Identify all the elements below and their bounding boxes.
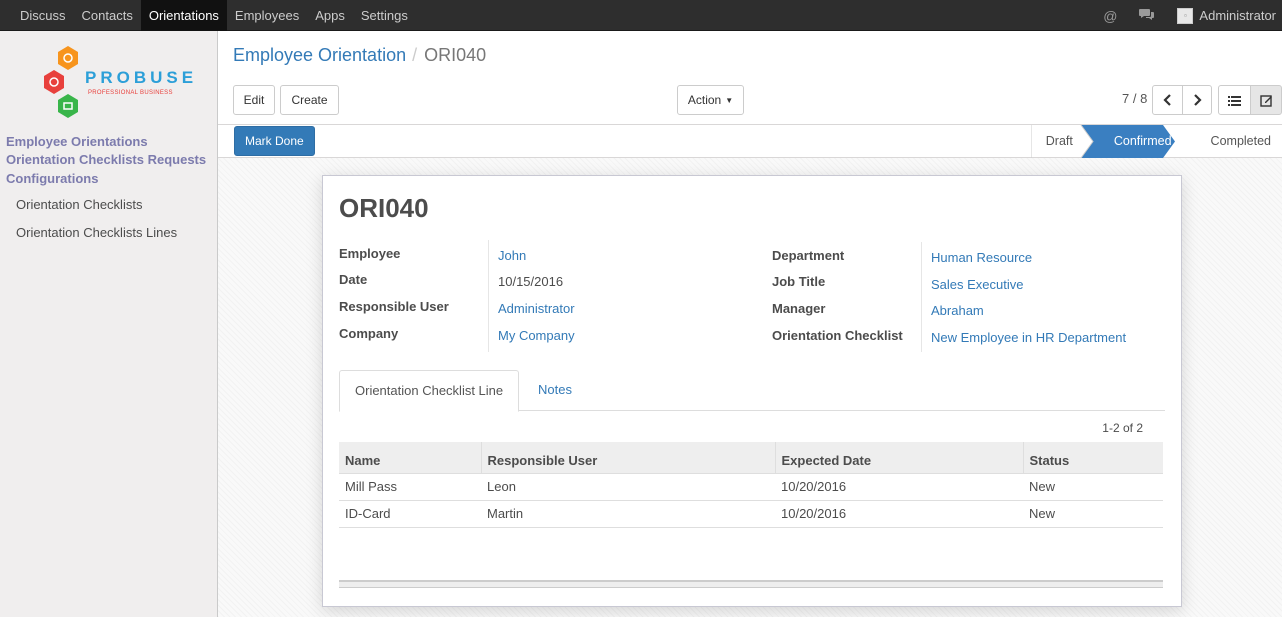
table-row[interactable]: Mill Pass Leon 10/20/2016 New	[339, 472, 1163, 500]
create-button[interactable]: Create	[280, 85, 339, 115]
menu-contacts[interactable]: Contacts	[74, 0, 141, 31]
form-view-button[interactable]	[1250, 85, 1282, 115]
table-row[interactable]: ID-Card Martin 10/20/2016 New	[339, 499, 1163, 527]
pager-value[interactable]: 7 / 8	[1122, 91, 1147, 106]
responsible-user-value[interactable]: Administrator	[498, 301, 575, 316]
field-divider	[488, 240, 489, 352]
pager-next-button[interactable]	[1182, 85, 1212, 115]
stage-draft[interactable]: Draft	[1031, 125, 1090, 158]
orientation-checklist-value[interactable]: New Employee in HR Department	[931, 330, 1126, 345]
chevron-left-icon	[1162, 94, 1171, 106]
column-expected-date[interactable]: Expected Date	[774, 442, 1023, 473]
menu-apps[interactable]: Apps	[307, 0, 353, 31]
top-navbar: Discuss Contacts Orientations Employees …	[0, 0, 1282, 31]
menu-orientations[interactable]: Orientations	[140, 0, 227, 31]
record-count: 1-2 of 2	[1102, 421, 1143, 435]
field-divider	[921, 242, 922, 352]
form-sheet: ORI040 Employee Date Responsible User Co…	[322, 175, 1182, 607]
sidebar-orientation-checklists-requests[interactable]: Orientation Checklists Requests	[6, 152, 206, 167]
checklist-lines-table: Name Responsible User Expected Date Stat…	[339, 442, 1163, 554]
cell-status: New	[1023, 472, 1163, 500]
logo-text: PROBUSE	[85, 68, 198, 87]
list-view-button[interactable]	[1218, 85, 1251, 115]
date-value: 10/15/2016	[498, 274, 564, 289]
status-bar: Mark Done Draft Confirmed Completed	[218, 125, 1282, 158]
main-content: Employee Orientation / ORI040 Edit Creat…	[218, 31, 1282, 617]
department-label: Department	[772, 248, 845, 263]
cell-name: ID-Card	[339, 499, 481, 527]
responsible-user-label: Responsible User	[339, 299, 449, 314]
breadcrumb-current: ORI040	[424, 45, 487, 65]
logo-tagline: PROFESSIONAL BUSINESS	[88, 90, 173, 96]
manager-value[interactable]: Abraham	[931, 303, 984, 318]
breadcrumb-parent[interactable]: Employee Orientation	[233, 45, 406, 66]
department-value[interactable]: Human Resource	[931, 250, 1032, 265]
sidebar-orientation-checklists-lines[interactable]: Orientation Checklists Lines	[16, 225, 177, 240]
notebook-tabs: Orientation Checklist Line Notes	[339, 370, 1165, 412]
form-scroll-area: ORI040 Employee Date Responsible User Co…	[218, 158, 1282, 617]
list-icon	[1228, 95, 1241, 106]
action-dropdown[interactable]: Action ▼	[677, 85, 744, 115]
menu-settings[interactable]: Settings	[353, 0, 416, 31]
avatar[interactable]: ▫	[1177, 7, 1194, 24]
at-mention-icon[interactable]: @	[1103, 8, 1117, 24]
cell-status: New	[1023, 499, 1163, 527]
chat-icon[interactable]	[1139, 7, 1155, 24]
caret-down-icon: ▼	[725, 95, 734, 105]
stage-confirmed[interactable]: Confirmed	[1090, 125, 1194, 158]
table-empty-row	[339, 526, 1163, 554]
action-label: Action	[687, 93, 722, 107]
breadcrumb: Employee Orientation / ORI040	[233, 45, 486, 66]
systray: @ ▫ Administrator	[1103, 0, 1282, 31]
edit-form-icon	[1259, 94, 1272, 107]
breadcrumb-separator: /	[412, 45, 418, 65]
menu-discuss[interactable]: Discuss	[12, 0, 74, 31]
sidebar: PROBUSE PROFESSIONAL BUSINESS Employee O…	[0, 31, 218, 617]
cell-name: Mill Pass	[339, 472, 481, 500]
employee-value[interactable]: John	[498, 248, 526, 263]
cell-expected-date: 10/20/2016	[775, 499, 1023, 527]
stage-completed[interactable]: Completed	[1194, 125, 1282, 158]
company-value[interactable]: My Company	[498, 328, 575, 343]
cell-expected-date: 10/20/2016	[775, 472, 1023, 500]
pager-previous-button[interactable]	[1152, 85, 1183, 115]
sidebar-orientation-checklists[interactable]: Orientation Checklists	[16, 197, 142, 212]
cell-responsible-user: Leon	[481, 472, 775, 500]
column-status[interactable]: Status	[1022, 442, 1163, 473]
manager-label: Manager	[772, 301, 826, 316]
company-label: Company	[339, 326, 399, 341]
edit-button[interactable]: Edit	[233, 85, 275, 115]
table-header-row: Name Responsible User Expected Date Stat…	[339, 442, 1163, 473]
stage-pipeline: Draft Confirmed Completed	[1030, 125, 1282, 158]
column-responsible-user[interactable]: Responsible User	[480, 442, 775, 473]
chevron-right-icon	[1194, 94, 1202, 106]
mark-done-button[interactable]: Mark Done	[234, 126, 315, 156]
main-menu: Discuss Contacts Orientations Employees …	[12, 0, 416, 31]
menu-employees[interactable]: Employees	[227, 0, 307, 31]
sidebar-employee-orientations[interactable]: Employee Orientations	[6, 134, 148, 149]
control-panel: Employee Orientation / ORI040 Edit Creat…	[218, 31, 1282, 125]
tab-notes[interactable]: Notes	[523, 370, 587, 411]
date-label: Date	[339, 272, 368, 287]
sidebar-configurations[interactable]: Configurations	[6, 171, 98, 186]
job-title-value[interactable]: Sales Executive	[931, 277, 1024, 292]
employee-label: Employee	[339, 246, 401, 261]
table-footer	[339, 580, 1163, 588]
orientation-checklist-label: Orientation Checklist	[772, 328, 903, 343]
user-menu[interactable]: Administrator	[1199, 8, 1276, 23]
column-name[interactable]: Name	[339, 442, 481, 473]
cell-responsible-user: Martin	[481, 499, 775, 527]
tab-orientation-checklist-line[interactable]: Orientation Checklist Line	[339, 370, 520, 412]
record-title: ORI040	[339, 193, 429, 223]
job-title-label: Job Title	[772, 274, 826, 289]
company-logo: PROBUSE PROFESSIONAL BUSINESS	[40, 44, 193, 120]
